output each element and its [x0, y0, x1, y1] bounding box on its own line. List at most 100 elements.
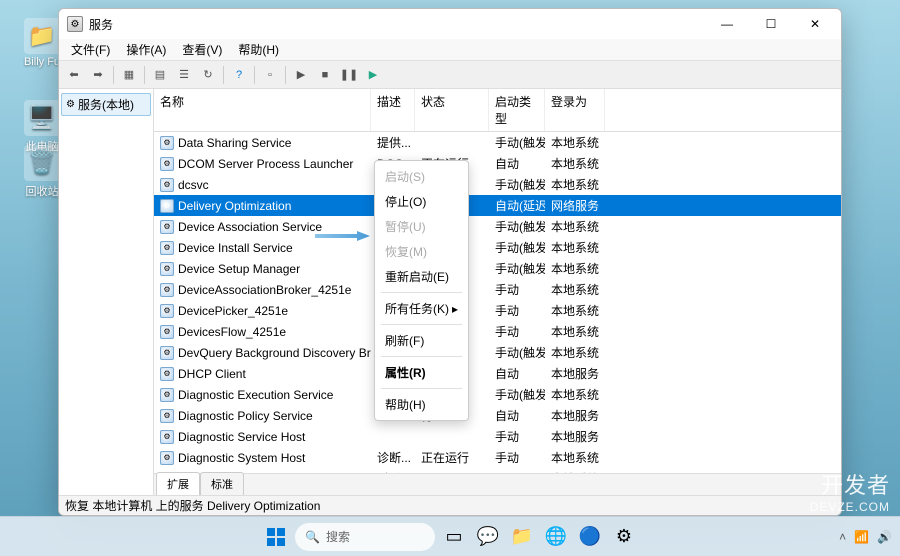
col-status[interactable]: 状态: [415, 89, 489, 131]
services-taskbar-button[interactable]: ⚙: [609, 522, 639, 552]
context-menu-item[interactable]: 停止(O): [375, 189, 468, 214]
menu-action[interactable]: 操作(A): [118, 39, 174, 60]
service-logon: 本地系统: [545, 300, 605, 321]
service-desc: 诊断...: [371, 447, 415, 468]
stop-service-button[interactable]: ■: [314, 64, 336, 86]
toolbar-separator: [113, 66, 114, 84]
export-list-button[interactable]: ▤: [149, 64, 171, 86]
service-startup: 手动: [489, 321, 545, 342]
context-menu-item: 启动(S): [375, 164, 468, 189]
service-row[interactable]: ⚙DHCP Client行自动本地服务: [154, 363, 841, 384]
service-logon: 本地系统: [545, 342, 605, 363]
search-icon: 🔍: [305, 530, 320, 544]
context-menu-item[interactable]: 刷新(F): [375, 328, 468, 353]
service-logon: 本地系统: [545, 216, 605, 237]
service-icon: ⚙: [160, 241, 174, 255]
service-row[interactable]: ⚙DeviceAssociationBroker_4251e手动本地系统: [154, 279, 841, 300]
service-row[interactable]: ⚙Device Setup Manager手动(触发...本地系统: [154, 258, 841, 279]
service-status: 正在运行: [415, 447, 489, 468]
service-name: Device Install Service: [178, 241, 293, 255]
service-icon: ⚙: [160, 388, 174, 402]
col-name[interactable]: 名称: [154, 89, 371, 131]
toolbar-separator: [285, 66, 286, 84]
context-menu-item[interactable]: 帮助(H): [375, 392, 468, 417]
service-name: DevQuery Background Discovery Broke: [178, 346, 371, 360]
context-menu-item[interactable]: 所有任务(K)▸: [375, 296, 468, 321]
service-startup: 手动(触发...: [489, 258, 545, 279]
restart-service-button[interactable]: ▶: [362, 64, 384, 86]
service-logon: 本地服务: [545, 426, 605, 447]
service-row[interactable]: ⚙Data Sharing Service提供...手动(触发...本地系统: [154, 132, 841, 153]
maximize-button[interactable]: ☐: [749, 9, 793, 39]
explorer-button[interactable]: 📁: [507, 522, 537, 552]
task-view-button[interactable]: ▭: [439, 522, 469, 552]
chrome-button[interactable]: 🌐: [541, 522, 571, 552]
tab-extended[interactable]: 扩展: [156, 472, 200, 495]
start-service-button[interactable]: ▶: [290, 64, 312, 86]
service-row[interactable]: ⚙DevicesFlow_4251e手动本地系统: [154, 321, 841, 342]
tree-root-services-local[interactable]: ⚙ 服务(本地): [61, 93, 151, 116]
service-name: DeviceAssociationBroker_4251e: [178, 283, 351, 297]
user-folder-icon: 📁: [24, 18, 60, 54]
service-row[interactable]: ⚙Diagnostic Execution Service手动(触发...本地系…: [154, 384, 841, 405]
start-button[interactable]: [261, 522, 291, 552]
service-startup: 手动: [489, 300, 545, 321]
context-menu-item[interactable]: 属性(R): [375, 360, 468, 385]
toolbar-separator: [254, 66, 255, 84]
service-startup: 手动(触发...: [489, 237, 545, 258]
service-icon: ⚙: [160, 136, 174, 150]
service-row[interactable]: ⚙Diagnostic Service Host手动本地服务: [154, 426, 841, 447]
forward-button[interactable]: ➡: [87, 64, 109, 86]
properties-button[interactable]: ☰: [173, 64, 195, 86]
back-button[interactable]: ⬅: [63, 64, 85, 86]
service-startup: 手动: [489, 447, 545, 468]
pause-service-button[interactable]: ❚❚: [338, 64, 360, 86]
tray-chevron-icon[interactable]: ˄: [839, 530, 846, 544]
service-rows[interactable]: ⚙Data Sharing Service提供...手动(触发...本地系统⚙D…: [154, 132, 841, 473]
service-name: Diagnostic System Host: [178, 451, 305, 465]
col-desc[interactable]: 描述: [371, 89, 415, 131]
service-row[interactable]: ⚙Device Install Service手动(触发...本地系统: [154, 237, 841, 258]
tree-pane: ⚙ 服务(本地): [59, 89, 154, 495]
annotation-arrow: [315, 230, 370, 240]
chevron-right-icon: ▸: [452, 302, 458, 316]
service-row[interactable]: ⚙Device Association Service手动(触发...本地系统: [154, 216, 841, 237]
menu-help[interactable]: 帮助(H): [230, 39, 287, 60]
menu-view[interactable]: 查看(V): [174, 39, 230, 60]
taskbar-search[interactable]: 🔍搜索: [295, 523, 435, 551]
col-logon[interactable]: 登录为: [545, 89, 605, 131]
tab-standard[interactable]: 标准: [200, 472, 244, 495]
help-button[interactable]: ?: [228, 64, 250, 86]
edge-button[interactable]: 🔵: [575, 522, 605, 552]
service-logon: 本地系统: [545, 279, 605, 300]
minimize-button[interactable]: —: [705, 9, 749, 39]
context-menu-item[interactable]: 重新启动(E): [375, 264, 468, 289]
menu-file[interactable]: 文件(F): [63, 39, 118, 60]
service-row[interactable]: ⚙Diagnostic Policy Service行自动本地服务: [154, 405, 841, 426]
refresh-button[interactable]: ↻: [197, 64, 219, 86]
menu-item-label: 暂停(U): [385, 218, 426, 235]
titlebar[interactable]: ⚙ 服务 — ☐ ✕: [59, 9, 841, 39]
service-row[interactable]: ⚙Diagnostic System Host诊断...正在运行手动本地系统: [154, 447, 841, 468]
context-menu-item: 暂停(U): [375, 214, 468, 239]
window-title: 服务: [89, 16, 705, 33]
close-button[interactable]: ✕: [793, 9, 837, 39]
tray-volume-icon[interactable]: 🔊: [877, 530, 892, 544]
service-row[interactable]: ⚙DCOM Server Process LauncherDCO...正在运行自…: [154, 153, 841, 174]
service-icon: ⚙: [160, 304, 174, 318]
col-startup[interactable]: 启动类型: [489, 89, 545, 131]
chat-button[interactable]: 💬: [473, 522, 503, 552]
system-tray[interactable]: ˄ 📶 🔊: [839, 530, 892, 544]
service-row[interactable]: ⚙Delivery Optimization执行...正在运行自动(延迟...网…: [154, 195, 841, 216]
service-startup: 自动: [489, 405, 545, 426]
tray-network-icon[interactable]: 📶: [854, 530, 869, 544]
show-hide-tree-button[interactable]: ▦: [118, 64, 140, 86]
service-row[interactable]: ⚙dcsvc已声...手动(触发...本地系统: [154, 174, 841, 195]
watermark-line1: 开发者: [810, 468, 890, 500]
service-name: DevicesFlow_4251e: [178, 325, 286, 339]
service-row[interactable]: ⚙DevicePicker_4251e手动本地系统: [154, 300, 841, 321]
service-row[interactable]: ⚙DevQuery Background Discovery Broke手动(触…: [154, 342, 841, 363]
stop2-button[interactable]: ▫: [259, 64, 281, 86]
menu-item-label: 恢复(M): [385, 243, 427, 260]
service-name: Data Sharing Service: [178, 136, 291, 150]
